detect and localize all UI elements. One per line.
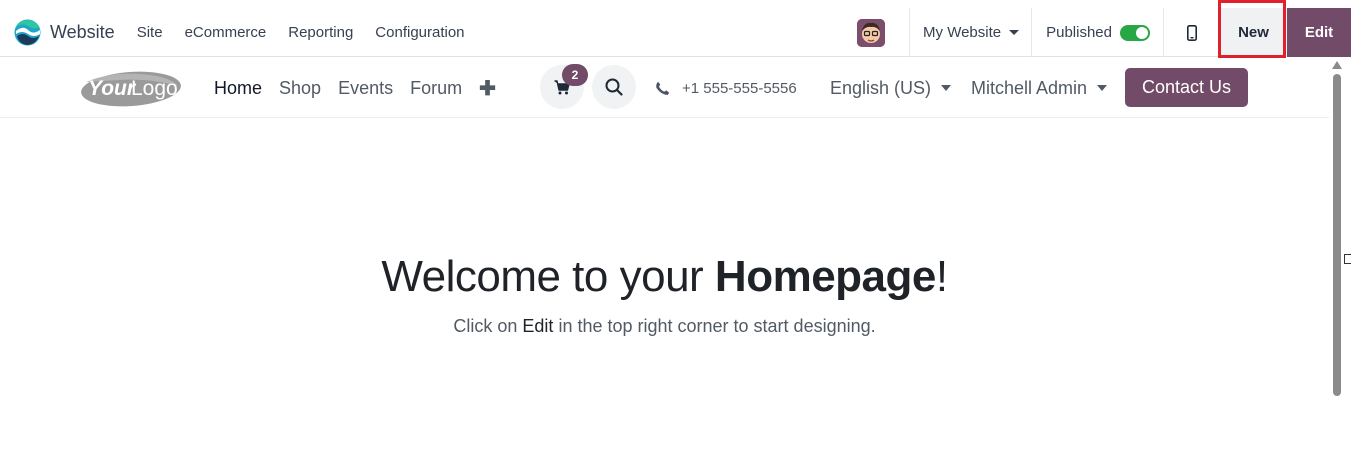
svg-text:Logo: Logo (131, 77, 178, 100)
phone-number: +1 555-555-5556 (682, 79, 797, 97)
app-title: Website (50, 21, 115, 42)
published-label: Published (1046, 24, 1112, 41)
chevron-down-icon (1097, 85, 1108, 91)
user-avatar[interactable] (857, 18, 886, 47)
edit-button[interactable]: Edit (1287, 8, 1351, 57)
nav-home[interactable]: Home (214, 78, 262, 99)
mobile-phone-icon (1187, 24, 1197, 41)
publish-toggle-group: Published (1032, 24, 1163, 41)
add-page-icon[interactable]: ✚ (479, 76, 496, 101)
chevron-down-icon (1009, 30, 1020, 35)
published-toggle[interactable] (1120, 24, 1150, 41)
language-selector[interactable]: English (US) (830, 58, 952, 118)
admin-actions: My Website Published New Edit (857, 8, 1351, 57)
user-name: Mitchell Admin (971, 77, 1088, 98)
menu-reporting[interactable]: Reporting (277, 24, 364, 41)
admin-navbar: Website Site eCommerce Reporting Configu… (0, 8, 1351, 57)
website-selector-label: My Website (923, 24, 1002, 41)
menu-site[interactable]: Site (126, 24, 174, 41)
nav-forum[interactable]: Forum (410, 78, 462, 99)
hero-sub-edit: Edit (522, 316, 554, 336)
search-button[interactable] (592, 65, 636, 109)
site-nav: Home Shop Events Forum ✚ (214, 58, 496, 118)
hero-title-suffix: ! (935, 252, 948, 301)
hero-sub-suffix: in the top right corner to start designi… (553, 316, 876, 336)
scroll-up-arrow-icon[interactable] (1332, 61, 1342, 69)
chevron-down-icon (941, 85, 952, 91)
nav-events[interactable]: Events (338, 78, 393, 99)
hero-title-bold: Homepage (714, 252, 936, 301)
phone-contact[interactable]: +1 555-555-5556 (655, 58, 797, 118)
phone-icon (655, 81, 670, 96)
user-menu[interactable]: Mitchell Admin (971, 58, 1108, 118)
search-icon (605, 78, 623, 96)
contact-us-button[interactable]: Contact Us (1125, 68, 1248, 107)
menu-configuration[interactable]: Configuration (364, 24, 475, 41)
cart-count-badge: 2 (562, 64, 588, 86)
site-logo[interactable]: Your Logo (80, 68, 182, 108)
nav-shop[interactable]: Shop (279, 78, 321, 99)
new-button[interactable]: New (1220, 8, 1287, 57)
edge-handle (1344, 254, 1351, 264)
top-menu: Site eCommerce Reporting Configuration (126, 24, 476, 41)
hero-title-prefix: Welcome to your (381, 252, 715, 301)
mobile-preview-button[interactable] (1164, 8, 1220, 57)
menu-ecommerce[interactable]: eCommerce (174, 24, 278, 41)
website-app-icon (14, 19, 41, 46)
scrollbar-thumb[interactable] (1333, 74, 1341, 396)
language-label: English (US) (830, 77, 932, 98)
hero-title: Welcome to your Homepage! (0, 252, 1329, 302)
svg-text:Your: Your (88, 77, 137, 100)
website-selector[interactable]: My Website (910, 24, 1031, 41)
hero-sub-prefix: Click on (453, 316, 523, 336)
website-header: Your Logo Home Shop Events Forum ✚ 2 +1 … (0, 58, 1329, 118)
app-brand[interactable]: Website (14, 8, 115, 56)
hero-subtitle: Click on Edit in the top right corner to… (0, 316, 1329, 337)
